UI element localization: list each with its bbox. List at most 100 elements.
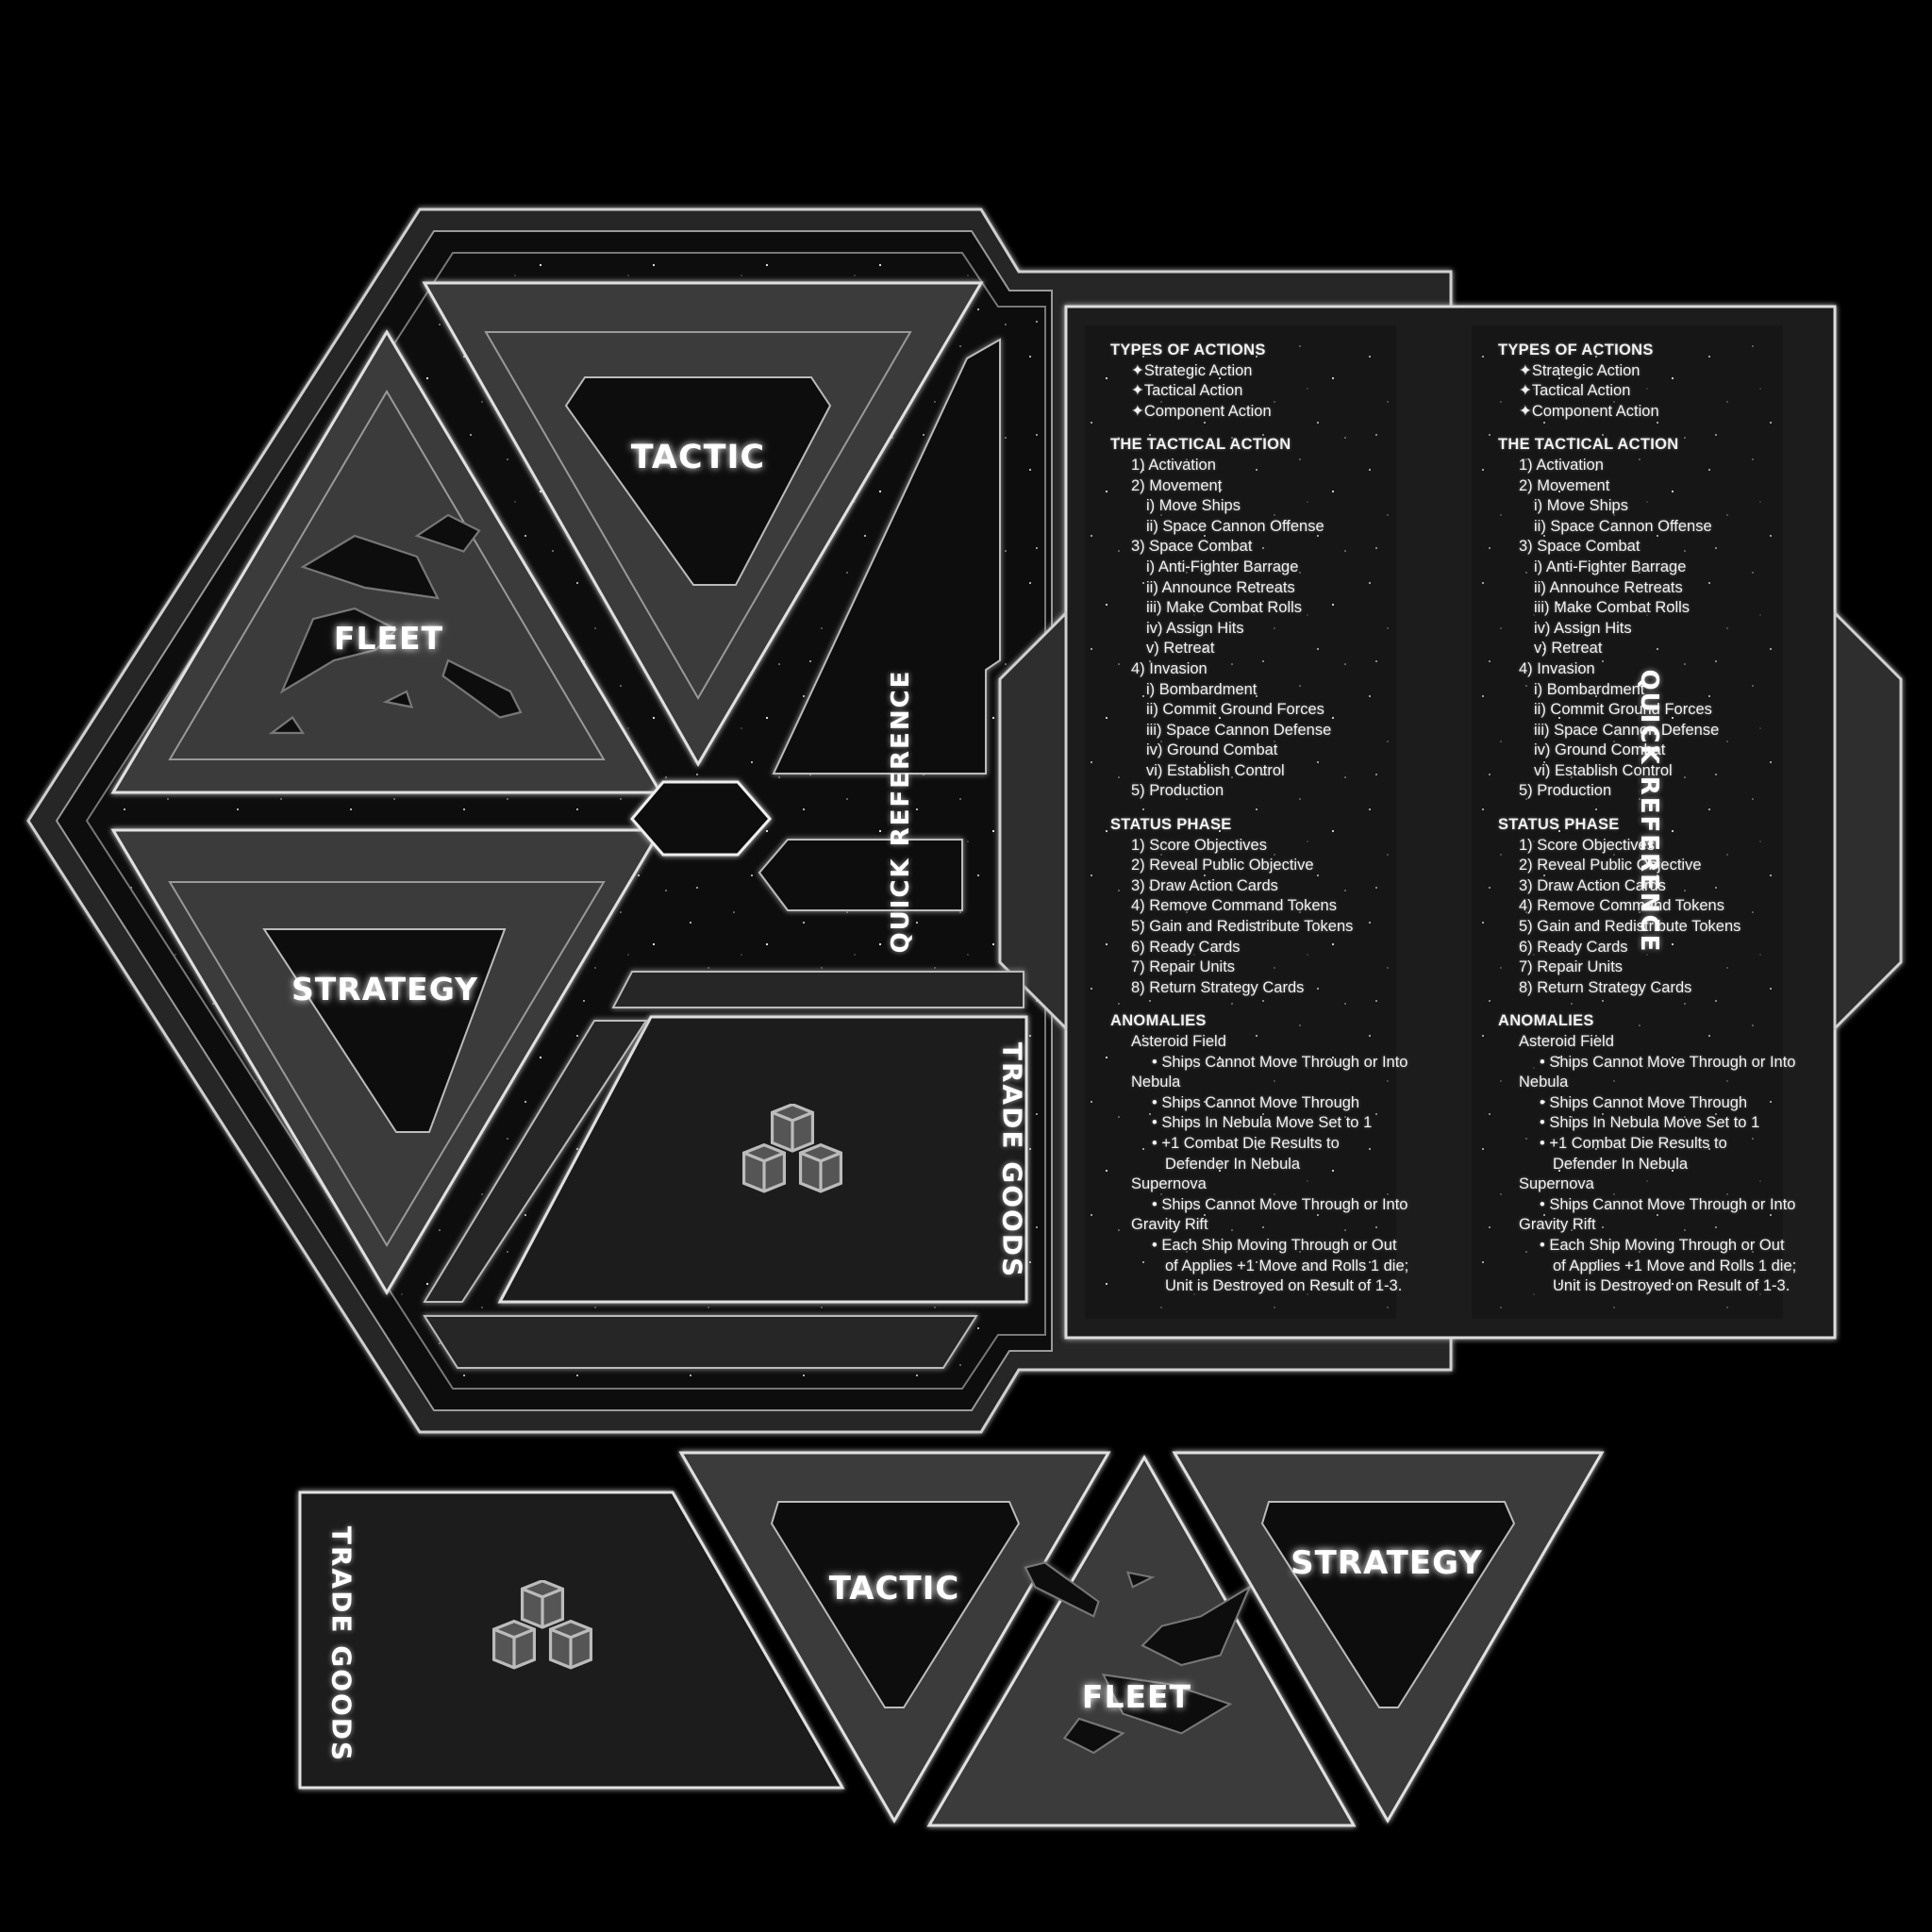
- reference-line: iv) Assign Hits: [1534, 619, 1632, 637]
- reference-line: ii) Space Cannon Offense: [1534, 517, 1712, 535]
- quick-reference-tab-left: QUICK REFERENCE: [887, 669, 915, 954]
- reference-line: • Ships Cannot Move Through: [1152, 1093, 1360, 1111]
- reference-line: 5) Production: [1131, 782, 1224, 800]
- reference-line: 6) Ready Cards: [1519, 938, 1628, 956]
- reference-line: 8) Return Strategy Cards: [1519, 978, 1692, 996]
- reference-line: • Ships Cannot Move Through or Into: [1540, 1053, 1796, 1071]
- reference-line: 1) Score Objectives: [1519, 836, 1655, 854]
- reference-line: 2) Reveal Public Objective: [1131, 857, 1314, 874]
- reference-line: ✦Tactical Action: [1131, 382, 1243, 400]
- reference-line: iv) Ground Combat: [1534, 741, 1666, 759]
- reference-line: ✦Component Action: [1131, 402, 1272, 420]
- reference-line: ii) Announce Retreats: [1146, 578, 1295, 596]
- reference-line: ✦Component Action: [1519, 402, 1659, 420]
- reference-line: Asteroid Field: [1131, 1033, 1226, 1050]
- reference-line: ii) Commit Ground Forces: [1146, 701, 1324, 719]
- reference-line: • Each Ship Moving Through or Out: [1540, 1236, 1785, 1254]
- reference-line: • +1 Combat Die Results to: [1152, 1134, 1340, 1152]
- reference-line: • Ships Cannot Move Through or Into: [1152, 1195, 1408, 1213]
- section-heading: STATUS PHASE: [1498, 816, 1620, 834]
- reference-line: iii) Make Combat Rolls: [1534, 599, 1690, 617]
- tactic-title-extra: TACTIC: [829, 1570, 960, 1607]
- reference-line: 4) Remove Command Tokens: [1519, 897, 1724, 915]
- reference-line: • Ships Cannot Move Through: [1540, 1093, 1748, 1111]
- reference-line: i) Anti-Fighter Barrage: [1534, 558, 1687, 575]
- reference-line: vi) Establish Control: [1146, 761, 1285, 779]
- section-heading: THE TACTICAL ACTION: [1110, 436, 1291, 454]
- reference-line: of Applies +1 Move and Rolls 1 die;: [1165, 1257, 1409, 1274]
- reference-line: iii) Space Cannon Defense: [1146, 721, 1332, 739]
- reference-line: Asteroid Field: [1519, 1033, 1614, 1050]
- fleet-title: FLEET: [334, 620, 443, 657]
- fleet-title-extra: FLEET: [1082, 1678, 1191, 1715]
- reference-line: Defender In Nebula: [1165, 1155, 1301, 1173]
- reference-line: ii) Announce Retreats: [1534, 578, 1683, 596]
- reference-line: 1) Activation: [1131, 456, 1216, 474]
- reference-line: Defender In Nebula: [1553, 1155, 1689, 1173]
- reference-line: • Ships Cannot Move Through or Into: [1152, 1053, 1408, 1071]
- reference-line: v) Retreat: [1534, 640, 1603, 658]
- reference-line: ✦Tactical Action: [1519, 382, 1631, 400]
- strategy-title: STRATEGY: [291, 971, 478, 1008]
- reference-line: 5) Gain and Redistribute Tokens: [1519, 918, 1741, 936]
- reference-line: ✦Strategic Action: [1131, 361, 1253, 379]
- tactic-title: TACTIC: [631, 439, 766, 476]
- reference-line: 4) Invasion: [1131, 659, 1208, 677]
- reference-line: • Each Ship Moving Through or Out: [1152, 1236, 1397, 1254]
- section-heading: TYPES OF ACTIONS: [1110, 341, 1266, 358]
- reference-line: • +1 Combat Die Results to: [1540, 1134, 1727, 1152]
- reference-line: i) Bombardment: [1146, 680, 1257, 698]
- reference-line: 1) Score Objectives: [1131, 836, 1267, 854]
- reference-line: 2) Movement: [1131, 476, 1223, 494]
- reference-line: 4) Invasion: [1519, 659, 1595, 677]
- trade-goods-title: TRADE GOODS: [996, 1041, 1028, 1279]
- section-heading: THE TACTICAL ACTION: [1498, 436, 1679, 454]
- reference-line: i) Move Ships: [1534, 497, 1628, 515]
- reference-line: 7) Repair Units: [1131, 958, 1236, 976]
- reference-line: v) Retreat: [1146, 640, 1215, 658]
- reference-line: vi) Establish Control: [1534, 761, 1673, 779]
- reference-line: ii) Space Cannon Offense: [1146, 517, 1324, 535]
- reference-line: 3) Draw Action Cards: [1519, 876, 1666, 894]
- reference-line: iii) Make Combat Rolls: [1146, 599, 1303, 617]
- reference-line: of Applies +1 Move and Rolls 1 die;: [1553, 1257, 1797, 1274]
- reference-line: ✦Strategic Action: [1519, 361, 1641, 379]
- reference-line: 5) Gain and Redistribute Tokens: [1131, 918, 1354, 936]
- reference-line: • Ships In Nebula Move Set to 1: [1540, 1114, 1760, 1132]
- reference-line: • Ships Cannot Move Through or Into: [1540, 1195, 1796, 1213]
- trade-goods-title-extra: TRADE GOODS: [325, 1525, 358, 1763]
- reference-line: Nebula: [1131, 1074, 1181, 1091]
- reference-line: 4) Remove Command Tokens: [1131, 897, 1337, 915]
- section-heading: ANOMALIES: [1110, 1012, 1207, 1030]
- section-heading: TYPES OF ACTIONS: [1498, 341, 1654, 358]
- reference-line: Unit is Destroyed on Result of 1-3.: [1165, 1277, 1403, 1295]
- strategy-title-extra: STRATEGY: [1291, 1544, 1483, 1582]
- reference-line: 3) Space Combat: [1131, 538, 1253, 556]
- reference-line: Unit is Destroyed on Result of 1-3.: [1553, 1277, 1790, 1295]
- reference-line: 3) Draw Action Cards: [1131, 876, 1278, 894]
- reference-line: 6) Ready Cards: [1131, 938, 1241, 956]
- reference-line: ii) Commit Ground Forces: [1534, 701, 1712, 719]
- reference-line: Gravity Rift: [1519, 1216, 1596, 1234]
- reference-line: iii) Space Cannon Defense: [1534, 721, 1720, 739]
- quick-reference-column-left: TYPES OF ACTIONS ✦Strategic Action ✦Tactic…: [1110, 341, 1408, 1297]
- reference-line: 1) Activation: [1519, 456, 1604, 474]
- reference-line: i) Bombardment: [1534, 680, 1645, 698]
- section-heading: STATUS PHASE: [1110, 816, 1232, 834]
- reference-line: Nebula: [1519, 1074, 1569, 1091]
- reference-line: Gravity Rift: [1131, 1216, 1208, 1234]
- section-heading: ANOMALIES: [1498, 1012, 1594, 1030]
- reference-line: 8) Return Strategy Cards: [1131, 978, 1305, 996]
- reference-line: Supernova: [1131, 1175, 1207, 1193]
- quick-reference-column-right: TYPES OF ACTIONS ✦Strategic Action ✦Tactic…: [1498, 341, 1796, 1297]
- reference-line: • Ships In Nebula Move Set to 1: [1152, 1114, 1373, 1132]
- reference-line: 2) Movement: [1519, 476, 1610, 494]
- reference-line: 5) Production: [1519, 782, 1612, 800]
- reference-line: 3) Space Combat: [1519, 538, 1641, 556]
